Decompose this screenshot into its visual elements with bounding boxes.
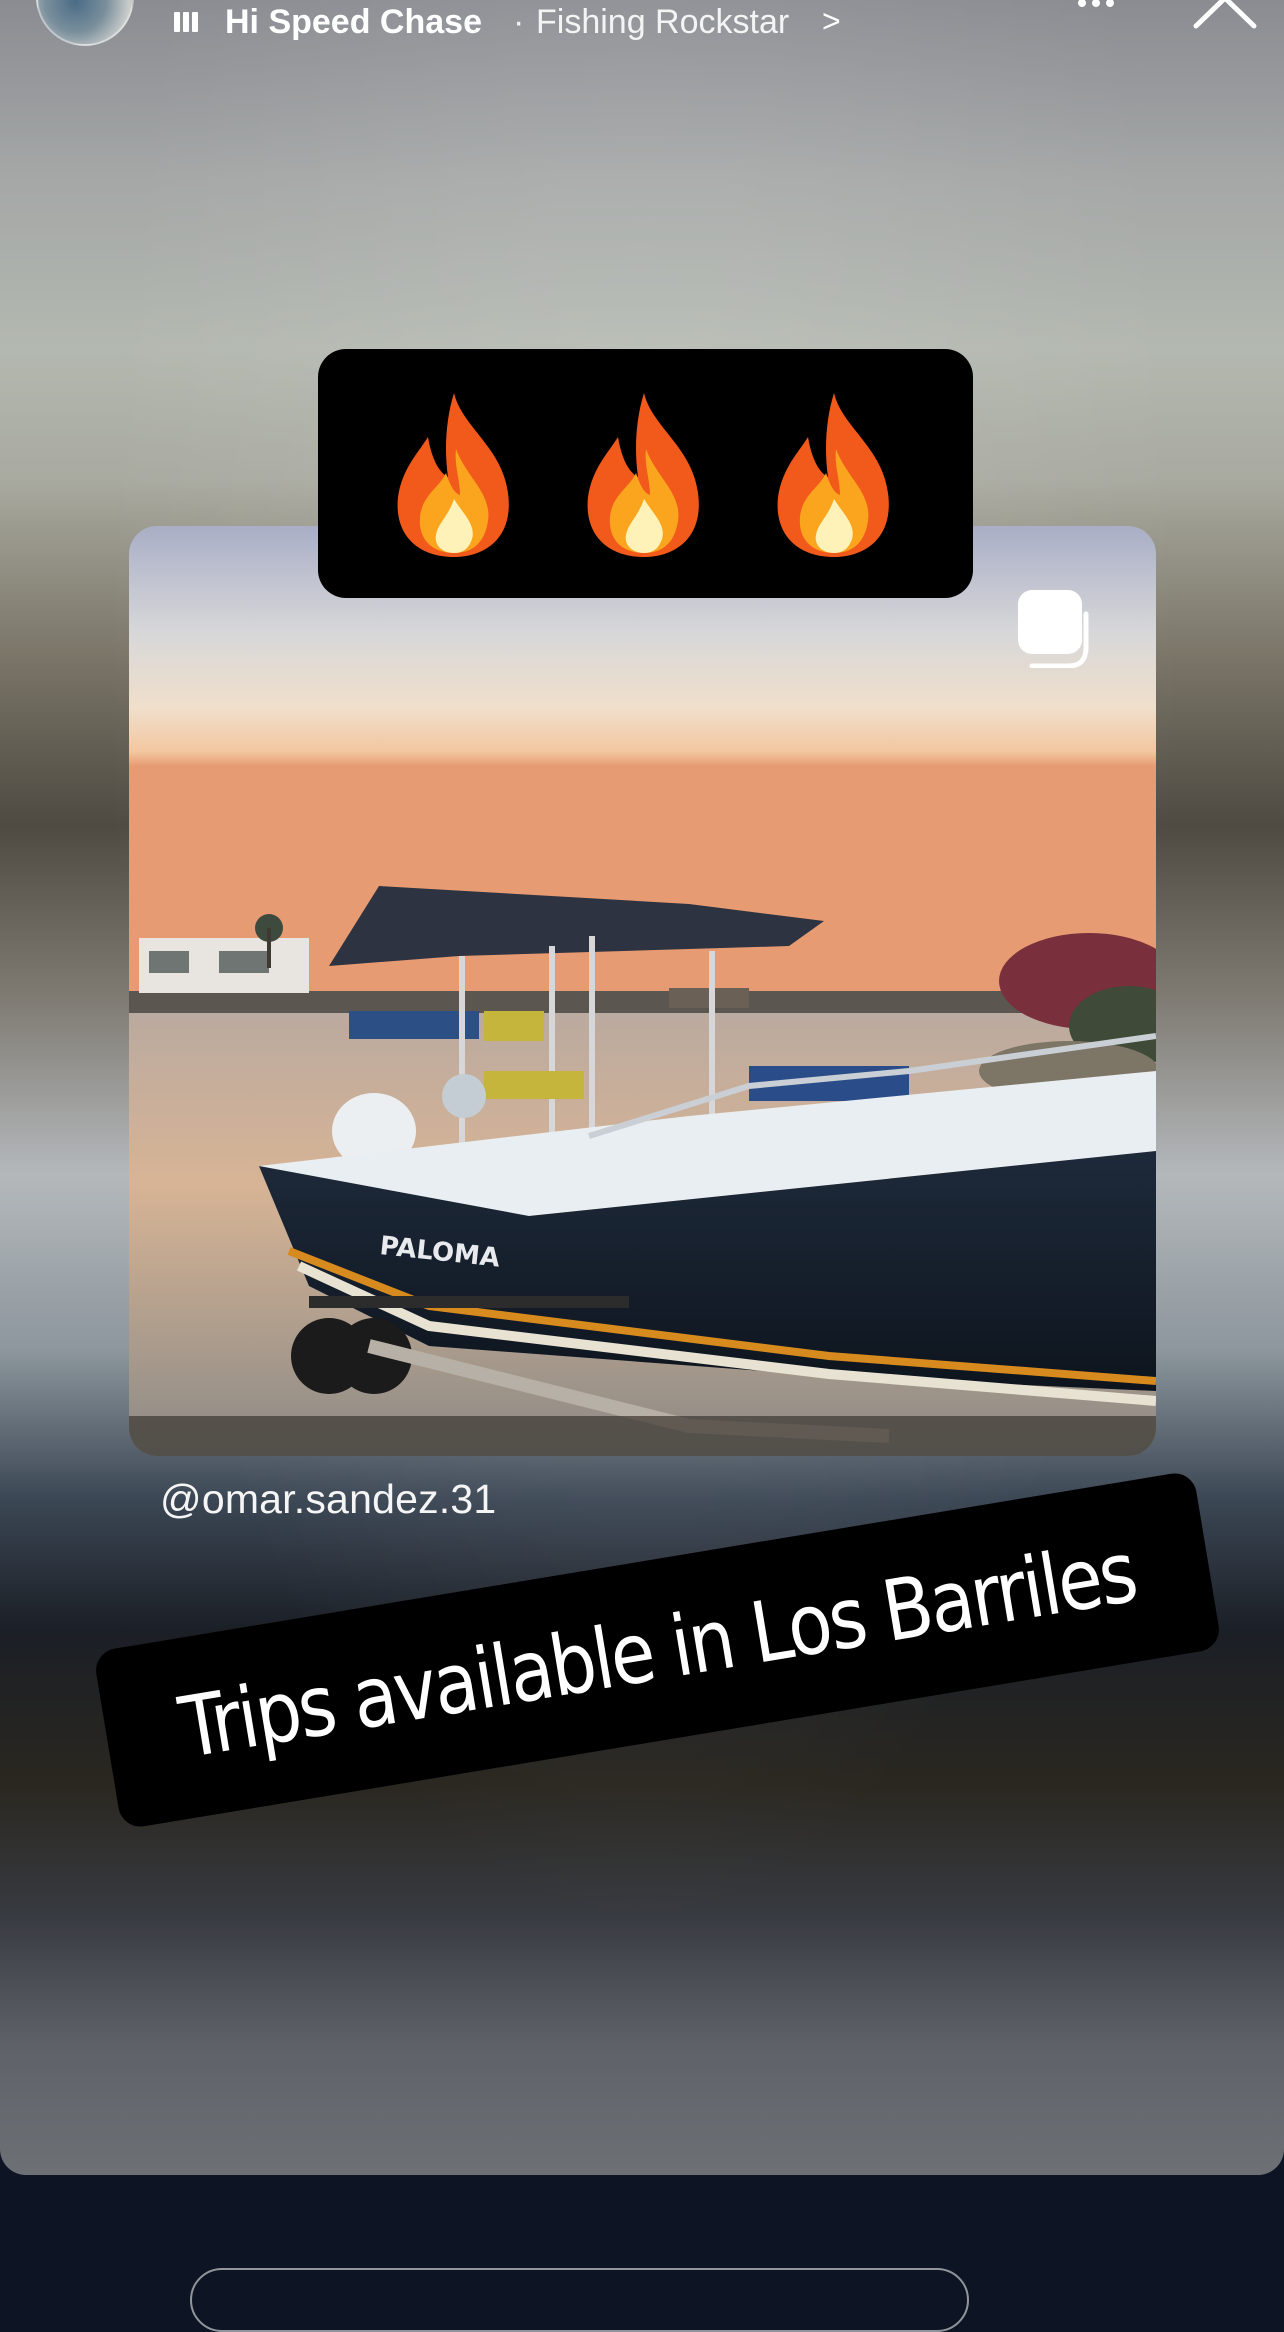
close-chevron-icon[interactable] [1190, 0, 1260, 38]
post-username[interactable]: @omar.sandez.31 [160, 1476, 496, 1523]
gallery-stack-icon[interactable] [1010, 588, 1090, 668]
artist-name[interactable]: Fishing Rockstar [536, 3, 789, 42]
more-dots-icon[interactable] [1078, 0, 1128, 7]
caption-sticker[interactable]: Trips available in Los Barriles [92, 1470, 1223, 1830]
fire-icon [587, 393, 699, 557]
reply-input[interactable] [190, 2268, 969, 2332]
song-title[interactable]: Hi Speed Chase [225, 3, 482, 42]
separator-dot: · [513, 3, 525, 41]
artist-chevron-icon[interactable]: > [822, 3, 841, 40]
fire-icon [777, 393, 889, 557]
profile-avatar[interactable] [36, 0, 134, 46]
shared-post-photo[interactable]: PALOMA [129, 526, 1156, 1456]
story-header: Hi Speed Chase · Fishing Rockstar > [0, 0, 1284, 60]
story-frame: Hi Speed Chase · Fishing Rockstar > PALO… [0, 0, 1284, 2175]
caption-text: Trips available in Los Barriles [173, 1522, 1142, 1778]
fire-icon [397, 393, 509, 557]
fire-emoji-sticker[interactable] [318, 349, 973, 598]
music-bars-icon [174, 12, 204, 36]
